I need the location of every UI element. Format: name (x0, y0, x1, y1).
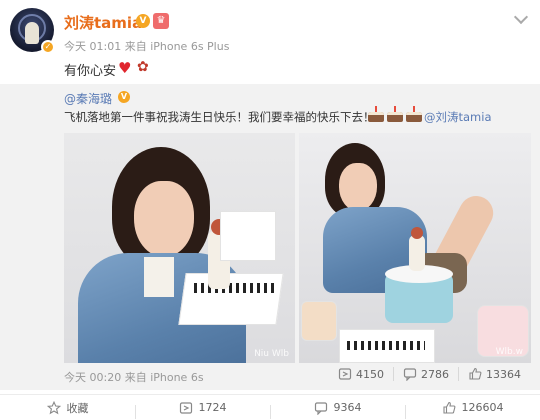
post-text: 有你心安 (64, 64, 117, 79)
repost-stat-reposts[interactable]: 4150 (329, 367, 393, 381)
post-meta: 今天 01:01 来自 iPhone 6s Plus (64, 40, 230, 53)
comment-action-count: 9364 (333, 401, 362, 414)
comment-button[interactable]: 9364 (270, 401, 405, 419)
repost-action-count: 1724 (198, 401, 227, 414)
repost-count: 4150 (356, 367, 384, 381)
repost-icon (338, 368, 352, 380)
repost-stat-comments[interactable]: 2786 (393, 367, 458, 381)
verified-icon: ✓ (41, 40, 55, 54)
photo-doll-head (411, 227, 423, 239)
cake-icon (367, 106, 385, 122)
vip-crown-icon[interactable]: ♛ (153, 13, 169, 29)
repost-author[interactable]: @秦海璐 (64, 90, 112, 107)
photo-face (134, 181, 194, 257)
cake-emoji-group (367, 106, 423, 122)
heart-icon: ♥ (118, 59, 132, 77)
favorite-button[interactable]: 收藏 (0, 400, 135, 416)
chevron-down-icon[interactable] (513, 9, 529, 25)
weibo-post: ✓ 刘涛tamia V ♛ 今天 01:01 来自 iPhone 6s Plus… (0, 0, 540, 420)
comment-icon (403, 368, 417, 381)
avatar-figure (25, 22, 39, 44)
repost-time: 今天 00:20 来自 iPhone 6s (64, 371, 204, 384)
photo-piano-cake (178, 273, 284, 325)
cake-icon (386, 106, 404, 122)
photo-2[interactable]: Wlb.w (299, 133, 531, 363)
photo-1[interactable]: Niu Wlb (64, 133, 295, 363)
like-count: 13364 (486, 367, 521, 381)
like-action-count: 126604 (461, 401, 504, 414)
rose-icon: ✿ (137, 59, 149, 75)
repost-stat-likes[interactable]: 13364 (458, 367, 530, 381)
repost-icon (179, 401, 192, 414)
comment-count: 2786 (421, 367, 449, 381)
username[interactable]: 刘涛tamia (64, 12, 142, 33)
cake-icon (405, 106, 423, 122)
like-button[interactable]: 126604 (405, 401, 540, 419)
like-icon (469, 367, 482, 380)
like-icon (442, 401, 455, 414)
photo-shirt (144, 257, 174, 297)
photo-watermark: Wlb.w (495, 347, 523, 357)
photo-doll (409, 235, 425, 271)
star-icon (46, 400, 61, 414)
action-bar: 收藏 1724 9364 126604 (0, 394, 540, 420)
repost-text: 飞机落地第一件事祝我涛生日快乐！我们要幸福的快乐下去！ (64, 110, 375, 124)
repost-stats: 4150 2786 13364 (329, 367, 530, 381)
comment-icon (314, 401, 327, 415)
repost-card[interactable]: @秦海璐 V 飞机落地第一件事祝我涛生日快乐！我们要幸福的快乐下去！ @刘涛ta… (0, 84, 540, 390)
repost-mention[interactable]: @刘涛tamia (424, 109, 492, 125)
verified-v-icon: V (136, 14, 150, 28)
photo-face (339, 163, 377, 211)
photo-watermark: Niu Wlb (254, 349, 289, 359)
repost-button[interactable]: 1724 (135, 401, 270, 419)
photo-side-cake (301, 301, 337, 341)
photo-piano-lid (220, 211, 276, 261)
photo-piano-keys (347, 341, 425, 350)
favorite-label: 收藏 (66, 401, 89, 415)
verified-v-icon: V (118, 91, 130, 103)
photo-piano-keys (194, 283, 276, 293)
